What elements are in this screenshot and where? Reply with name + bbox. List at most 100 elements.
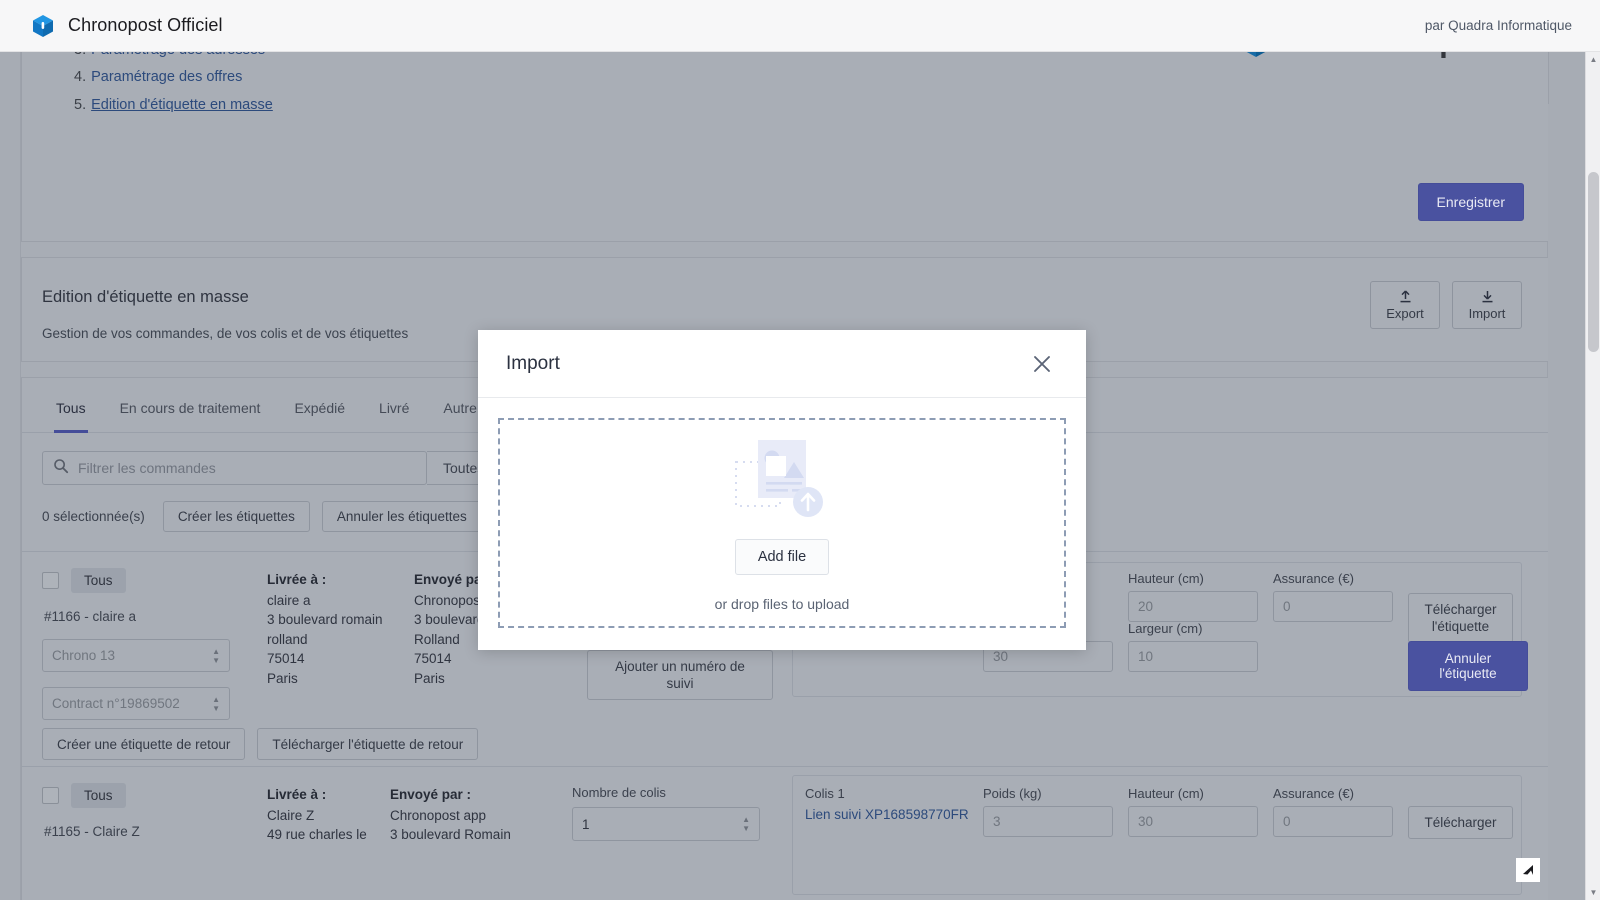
app-title: Chronopost Officiel	[68, 15, 223, 35]
save-button[interactable]: Enregistrer	[1417, 183, 1524, 221]
download-arrow-icon	[1479, 289, 1496, 305]
address-line: Claire Z	[267, 807, 315, 823]
assurance-label: Assurance (€)	[1273, 786, 1354, 801]
upload-arrow-icon	[1397, 289, 1414, 305]
cancel-labels-button[interactable]: Annuler les étiquettes	[321, 501, 482, 532]
io-button-group: Export Import	[1370, 281, 1522, 329]
parcel-count-block: Nombre de colis 1 ▲ ▼	[572, 785, 760, 841]
hauteur-input[interactable]: 20	[1128, 591, 1258, 622]
chronopost-wordmark: chronopost	[1299, 52, 1526, 60]
address-line: 75014	[414, 651, 452, 666]
chronopost-logo: chronopost	[1227, 52, 1525, 61]
search-box[interactable]	[42, 451, 427, 485]
cancel-label-button[interactable]: Annuler l'étiquette	[1408, 641, 1528, 691]
parcel-count-label: Nombre de colis	[572, 785, 666, 800]
row-checkbox[interactable]	[42, 787, 59, 804]
address-line: 75014	[267, 651, 305, 666]
colis-block: Colis 1 Lien suivi XP168598770FR	[805, 786, 969, 822]
parcel-count-value: 1	[582, 816, 590, 832]
address-line: claire a	[267, 592, 311, 608]
assurance-input[interactable]: 0	[1273, 591, 1393, 622]
assurance-input[interactable]: 0	[1273, 806, 1393, 837]
return-label-actions: Créer une étiquette de retour Télécharge…	[42, 728, 479, 760]
import-label: Import	[1468, 306, 1506, 321]
address-line: Paris	[414, 670, 445, 686]
create-return-label-button[interactable]: Créer une étiquette de retour	[42, 728, 246, 760]
hauteur-field: Hauteur (cm) 30	[1128, 786, 1258, 837]
add-tracking-button[interactable]: Ajouter un numéro de suivi	[587, 650, 773, 700]
step-number: 3.	[74, 52, 86, 58]
scrollbar-thumb[interactable]	[1588, 172, 1599, 352]
tab-en-cours-de-traitement[interactable]: En cours de traitement	[104, 400, 277, 432]
hauteur-label: Hauteur (cm)	[1128, 786, 1204, 801]
stepper-arrows-icon[interactable]: ▲ ▼	[742, 816, 750, 833]
cube-icon	[30, 13, 56, 39]
setup-steps-list: 2.Configuration des contrats 3.Paramétra…	[22, 52, 1548, 119]
row-checkbox[interactable]	[42, 572, 59, 589]
setup-step-active[interactable]: 5. Edition d'étiquette en masse	[74, 92, 1548, 120]
scroll-down-arrow-icon[interactable]: ▼	[1586, 885, 1600, 900]
setup-step[interactable]: 4. Paramétrage des offres	[74, 64, 1548, 92]
largeur-field: Largeur (cm) 10	[1128, 621, 1258, 672]
poids-label: Poids (kg)	[983, 786, 1042, 801]
tracking-link[interactable]: Lien suivi XP168598770FR	[805, 807, 969, 822]
export-button[interactable]: Export	[1370, 281, 1440, 329]
add-file-button[interactable]: Add file	[734, 539, 830, 575]
assurance-field: Assurance (€) 0	[1273, 786, 1393, 837]
file-dropzone[interactable]: Add file or drop files to upload	[498, 418, 1066, 628]
step-link[interactable]: Edition d'étiquette en masse	[91, 97, 273, 113]
page-right-gutter	[1548, 104, 1585, 900]
export-label: Export	[1386, 306, 1424, 321]
parcel-card: Colis 1 Lien suivi XP168598770FR Poids (…	[792, 775, 1522, 895]
resize-cursor-indicator	[1516, 858, 1540, 882]
hauteur-input[interactable]: 30	[1128, 806, 1258, 837]
contract-select[interactable]: Contract n°19869502 ▲ ▼	[42, 687, 230, 720]
scroll-up-arrow-icon[interactable]: ▲	[1586, 52, 1600, 67]
import-button[interactable]: Import	[1452, 281, 1522, 329]
largeur-input[interactable]: 10	[1128, 641, 1258, 672]
download-label-button[interactable]: Télécharger	[1408, 806, 1513, 839]
offer-select[interactable]: Chrono 13 ▲ ▼	[42, 639, 230, 672]
poids-field: Poids (kg) 3	[983, 786, 1113, 837]
largeur-label: Largeur (cm)	[1128, 621, 1203, 636]
vendor-label: par Quadra Informatique	[1424, 18, 1572, 33]
address-line: 3 boulevard Romain	[390, 827, 511, 842]
stepper-arrows-icon[interactable]: ▲ ▼	[212, 647, 220, 664]
tab-tous[interactable]: Tous	[40, 400, 102, 433]
address-line: Paris	[267, 670, 298, 686]
parcel-count-stepper[interactable]: 1 ▲ ▼	[572, 807, 760, 841]
search-icon	[53, 458, 69, 479]
modal-title: Import	[506, 352, 560, 374]
search-input[interactable]	[78, 460, 416, 476]
chronopost-cube-icon	[1227, 52, 1285, 61]
page-subtitle: Gestion de vos commandes, de vos colis e…	[42, 326, 409, 341]
delivered-to-block: Livrée à : claire a 3 boulevard romain r…	[267, 570, 383, 688]
table-row: Tous #1165 - Claire Z Livrée à : Claire …	[22, 767, 1548, 900]
step-number: 5.	[74, 96, 87, 113]
close-icon[interactable]	[1026, 348, 1058, 380]
row-tous-chip[interactable]: Tous	[71, 783, 126, 808]
file-upload-icon	[734, 434, 830, 539]
stepper-arrows-icon[interactable]: ▲ ▼	[212, 695, 220, 712]
drop-hint-text: or drop files to upload	[714, 596, 850, 612]
address-line: Chronopost app	[390, 807, 487, 823]
download-label-button[interactable]: Télécharger l'étiquette	[1408, 593, 1513, 643]
vertical-scrollbar[interactable]: ▲ ▼	[1585, 52, 1600, 900]
page-title: Edition d'étiquette en masse	[42, 288, 249, 306]
setup-guide-panel: 2.Configuration des contrats 3.Paramétra…	[21, 52, 1549, 242]
step-link[interactable]: Paramétrage des offres	[91, 69, 242, 85]
selected-count: 0 sélectionnée(s)	[42, 509, 145, 524]
row-tous-chip[interactable]: Tous	[71, 568, 126, 593]
download-return-label-button[interactable]: Télécharger l'étiquette de retour	[257, 728, 479, 760]
create-labels-button[interactable]: Créer les étiquettes	[162, 501, 310, 532]
poids-input[interactable]: 3	[983, 806, 1113, 837]
topbar-brand: Chronopost Officiel	[0, 13, 223, 39]
address-line: rolland	[267, 631, 308, 647]
address-line: 49 rue charles le	[267, 827, 367, 842]
step-link[interactable]: Paramétrage des adresses	[91, 52, 265, 58]
delivered-to-label: Livrée à :	[267, 787, 327, 802]
tab-expedie[interactable]: Expédié	[278, 400, 361, 432]
tab-livre[interactable]: Livré	[363, 400, 425, 432]
assurance-label: Assurance (€)	[1273, 571, 1354, 586]
step-number: 4.	[74, 69, 87, 85]
